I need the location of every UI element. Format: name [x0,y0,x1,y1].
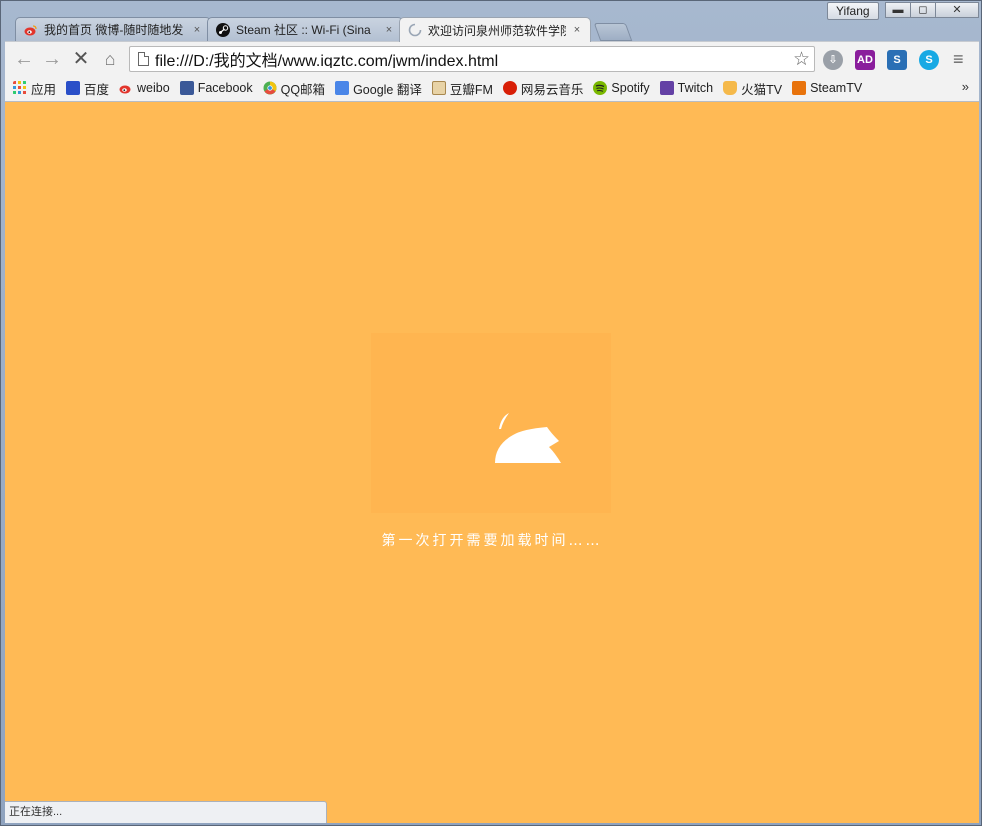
bookmark-google-translate[interactable]: Google 翻译 [335,79,422,98]
weibo-icon [119,85,131,94]
bookmark-apps[interactable]: 应用 [13,79,56,98]
tab-strip: 我的首页 微博-随时随地发 × Steam 社区 :: Wi-Fi (Sina … [1,1,982,42]
bookmark-steamtv[interactable]: SteamTV [792,81,862,95]
bookmark-label: SteamTV [810,81,863,95]
bookmark-label: Spotify [611,81,650,95]
bookmark-huomao[interactable]: 火猫TV [723,79,782,98]
chrome-menu-icon[interactable]: ≡ [953,49,964,70]
bookmark-label: 网易云音乐 [520,82,584,97]
home-button[interactable]: ⌂ [97,47,123,71]
loading-spinner-icon [408,23,422,37]
tab-title: Steam 社区 :: Wi-Fi (Sina [236,23,371,37]
bookmark-weibo[interactable]: weibo [119,81,170,95]
browser-window: 我的首页 微博-随时随地发 × Steam 社区 :: Wi-Fi (Sina … [0,0,982,826]
google-translate-icon [335,81,350,95]
chrome-style-icon [263,81,277,95]
tab-weibo[interactable]: 我的首页 微博-随时随地发 × [15,17,211,41]
new-tab-button[interactable] [593,23,633,41]
bookmark-baidu[interactable]: 百度 [66,79,109,98]
url-input[interactable] [155,50,793,68]
apps-grid-icon [13,81,26,94]
maximize-button[interactable]: ◻ [910,2,936,18]
forward-button[interactable]: → [39,47,65,71]
bookmark-facebook[interactable]: Facebook [179,81,253,95]
tab-close-button[interactable]: × [192,24,202,36]
steam-icon [216,22,230,37]
loading-shape-icon [495,413,561,463]
minimize-button[interactable]: ▬ [885,2,911,18]
bookmarks-overflow-button[interactable]: » [962,79,969,94]
status-bubble: 正在连接... [5,801,327,823]
facebook-icon [179,81,194,95]
steamtv-icon [792,81,807,95]
bookmark-label: 豆瓣FM [449,82,493,97]
netease-music-icon [502,81,517,95]
bookmark-netease-music[interactable]: 网易云音乐 [502,79,584,98]
bookmark-label: Facebook [197,81,253,95]
page-content: 第一次打开需要加载时间…… [5,102,979,823]
bookmark-label: Twitch [677,81,714,95]
weibo-icon [24,24,37,35]
baidu-paw-icon [66,81,81,95]
s-extension-icon[interactable]: S [887,50,907,70]
bookmark-label: Google 翻译 [353,82,422,97]
bookmarks-bar: 应用 百度 weibo Facebook QQ邮箱 Google 翻译 豆瓣FM… [5,75,979,102]
toolbar: ← → ✕ ⌂ ☆ ⇩ AD S S ≡ [5,41,979,76]
tab-title: 欢迎访问泉州师范软件学院 [428,23,566,38]
loading-message: 第一次打开需要加载时间…… [381,533,603,549]
profile-badge[interactable]: Yifang [827,2,879,20]
bookmark-qqmail[interactable]: QQ邮箱 [263,79,325,98]
bookmark-label: weibo [137,81,170,95]
bookmark-star-icon[interactable]: ☆ [793,48,810,71]
huomao-cat-icon [723,81,738,95]
back-button[interactable]: ← [11,47,37,71]
bookmark-label: QQ邮箱 [280,82,326,97]
bookmark-label: 应用 [31,82,57,97]
close-window-button[interactable]: ✕ [935,2,979,18]
bookmark-twitch[interactable]: Twitch [659,81,714,95]
page-icon [138,52,149,66]
tab-title: 我的首页 微博-随时随地发 [44,23,184,37]
douban-fm-icon [431,81,446,95]
bookmark-label: 火猫TV [741,82,783,97]
adblock-icon[interactable]: AD [855,50,875,70]
tab-active-qztc[interactable]: 欢迎访问泉州师范软件学院 × [399,17,591,42]
stop-button[interactable]: ✕ [68,47,94,71]
spotify-icon [593,81,608,95]
download-helper-icon[interactable]: ⇩ [823,50,843,70]
address-bar: ☆ [129,46,815,72]
skype-icon[interactable]: S [919,50,939,70]
twitch-icon [659,81,674,95]
tab-close-button[interactable]: × [572,24,582,36]
loading-animation-box [371,333,611,513]
tab-steam[interactable]: Steam 社区 :: Wi-Fi (Sina × [207,17,403,41]
tab-close-button[interactable]: × [384,24,394,36]
bookmark-spotify[interactable]: Spotify [593,81,650,95]
bookmark-douban-fm[interactable]: 豆瓣FM [431,79,493,98]
bookmark-label: 百度 [84,82,110,97]
